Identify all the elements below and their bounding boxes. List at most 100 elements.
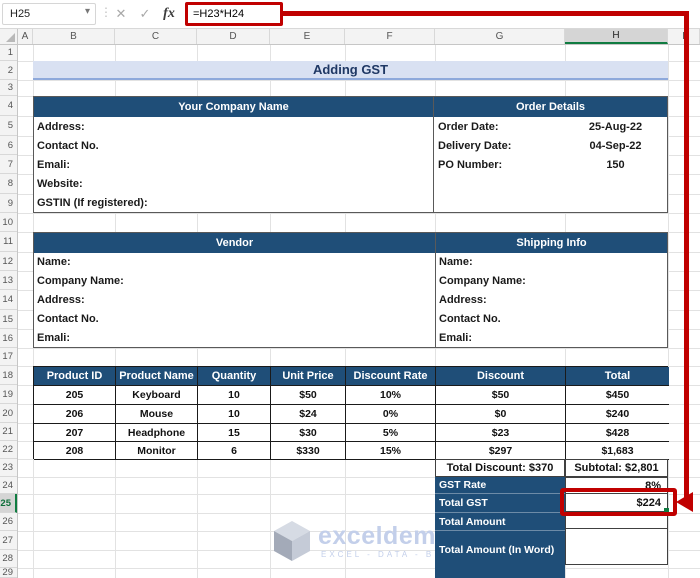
cell-r3-total[interactable]: $428 [566, 424, 669, 442]
row-header-3[interactable]: 3 [0, 80, 17, 96]
row-header-7[interactable]: 7 [0, 155, 17, 174]
delivery-date-row[interactable]: Delivery Date: 04-Sep-22 [434, 136, 667, 155]
row-header-13[interactable]: 13 [0, 271, 17, 290]
row-header-26[interactable]: 26 [0, 513, 17, 531]
row-header-4[interactable]: 4 [0, 96, 17, 116]
row-header-9[interactable]: 9 [0, 194, 17, 213]
subtotal-cell[interactable]: Subtotal: $2,801 [565, 459, 668, 477]
cell-r4-total[interactable]: $1,683 [566, 442, 669, 460]
row-header-11[interactable]: 11 [0, 232, 17, 252]
cell-r3-rate[interactable]: 5% [346, 424, 436, 442]
vendor-field-company[interactable]: Company Name: [34, 272, 435, 291]
row-header-10[interactable]: 10 [0, 213, 17, 232]
cell-r4-price[interactable]: $330 [271, 442, 346, 460]
column-header-d[interactable]: D [197, 29, 270, 44]
row-header-2[interactable]: 2 [0, 61, 17, 80]
row-header-22[interactable]: 22 [0, 441, 17, 459]
column-header-a[interactable]: A [18, 29, 33, 44]
col-product-name[interactable]: Product Name [116, 367, 198, 386]
cell-r4-rate[interactable]: 15% [346, 442, 436, 460]
insert-function-icon[interactable]: fx [158, 4, 180, 24]
row-header-25[interactable]: 25 [0, 494, 17, 513]
column-header-h[interactable]: H [565, 29, 668, 44]
cell-r1-discount[interactable]: $50 [436, 386, 566, 405]
row-header-18[interactable]: 18 [0, 366, 17, 385]
vendor-field-contact[interactable]: Contact No. [34, 309, 435, 328]
row-header-28[interactable]: 28 [0, 550, 17, 568]
col-quantity[interactable]: Quantity [198, 367, 271, 386]
cell-r1-id[interactable]: 205 [34, 386, 116, 405]
row-header-6[interactable]: 6 [0, 136, 17, 155]
cell-r2-discount[interactable]: $0 [436, 405, 566, 424]
cancel-icon[interactable]: ✕ [110, 4, 132, 24]
row-header-1[interactable]: 1 [0, 45, 17, 61]
row-header-24[interactable]: 24 [0, 477, 17, 494]
company-field-contact[interactable]: Contact No. [34, 136, 433, 155]
cell-r2-id[interactable]: 206 [34, 405, 116, 424]
row-header-12[interactable]: 12 [0, 252, 17, 271]
column-header-g[interactable]: G [435, 29, 565, 44]
col-total[interactable]: Total [566, 367, 669, 386]
row-header-15[interactable]: 15 [0, 310, 17, 329]
gst-rate-label[interactable]: GST Rate [435, 477, 565, 494]
row-header-23[interactable]: 23 [0, 459, 17, 477]
cell-r3-qty[interactable]: 15 [198, 424, 271, 442]
cell-r1-rate[interactable]: 10% [346, 386, 436, 405]
col-discount-rate[interactable]: Discount Rate [346, 367, 436, 386]
cell-r1-total[interactable]: $450 [566, 386, 669, 405]
order-header[interactable]: Order Details [434, 97, 667, 117]
row-header-16[interactable]: 16 [0, 329, 17, 348]
po-number-row[interactable]: PO Number: 150 [434, 155, 667, 174]
shipping-field-company[interactable]: Company Name: [436, 272, 667, 291]
row-header-8[interactable]: 8 [0, 174, 17, 194]
company-field-address[interactable]: Address: [34, 117, 433, 136]
row-header-27[interactable]: 27 [0, 531, 17, 550]
cell-r1-qty[interactable]: 10 [198, 386, 271, 405]
total-amount-in-word-label[interactable]: Total Amount (In Word) [435, 531, 565, 568]
column-header-c[interactable]: C [115, 29, 197, 44]
cell-r2-rate[interactable]: 0% [346, 405, 436, 424]
total-gst-label[interactable]: Total GST [435, 494, 565, 513]
company-header[interactable]: Your Company Name [34, 97, 433, 117]
cell-r3-id[interactable]: 207 [34, 424, 116, 442]
cell-r2-total[interactable]: $240 [566, 405, 669, 424]
sheet-title[interactable]: Adding GST [33, 61, 668, 80]
cell-r4-discount[interactable]: $297 [436, 442, 566, 460]
cell-r1-name[interactable]: Keyboard [116, 386, 198, 405]
row-header-21[interactable]: 21 [0, 423, 17, 441]
cell-r2-qty[interactable]: 10 [198, 405, 271, 424]
row-header-29[interactable]: 29 [0, 567, 17, 578]
company-field-gstin[interactable]: GSTIN (If registered): [34, 193, 433, 212]
order-date-row[interactable]: Order Date: 25-Aug-22 [434, 117, 667, 136]
column-header-b[interactable]: B [33, 29, 115, 44]
select-all-corner[interactable] [0, 29, 18, 44]
vendor-field-address[interactable]: Address: [34, 291, 435, 310]
shipping-header[interactable]: Shipping Info [436, 233, 667, 253]
total-amount-in-word-value[interactable] [565, 528, 668, 565]
cell-r4-qty[interactable]: 6 [198, 442, 271, 460]
column-header-f[interactable]: F [345, 29, 435, 44]
shipping-field-contact[interactable]: Contact No. [436, 309, 667, 328]
cell-r3-name[interactable]: Headphone [116, 424, 198, 442]
col-discount[interactable]: Discount [436, 367, 566, 386]
row-header-19[interactable]: 19 [0, 385, 17, 404]
vendor-header[interactable]: Vendor [34, 233, 435, 253]
company-field-website[interactable]: Website: [34, 174, 433, 193]
cell-r2-name[interactable]: Mouse [116, 405, 198, 424]
row-header-17[interactable]: 17 [0, 348, 17, 366]
name-box[interactable]: H25 ▾ [2, 3, 96, 25]
cell-r3-discount[interactable]: $23 [436, 424, 566, 442]
cell-r4-id[interactable]: 208 [34, 442, 116, 460]
cell-r1-price[interactable]: $50 [271, 386, 346, 405]
total-amount-label[interactable]: Total Amount [435, 513, 565, 531]
cell-r4-name[interactable]: Monitor [116, 442, 198, 460]
shipping-field-address[interactable]: Address: [436, 291, 667, 310]
cell-r2-price[interactable]: $24 [271, 405, 346, 424]
row-header-14[interactable]: 14 [0, 290, 17, 310]
enter-icon[interactable]: ✓ [134, 4, 156, 24]
col-unit-price[interactable]: Unit Price [271, 367, 346, 386]
cell-r3-price[interactable]: $30 [271, 424, 346, 442]
vendor-field-email[interactable]: Emali: [34, 328, 435, 347]
chevron-down-icon[interactable]: ▾ [85, 6, 90, 17]
company-field-email[interactable]: Emali: [34, 155, 433, 174]
